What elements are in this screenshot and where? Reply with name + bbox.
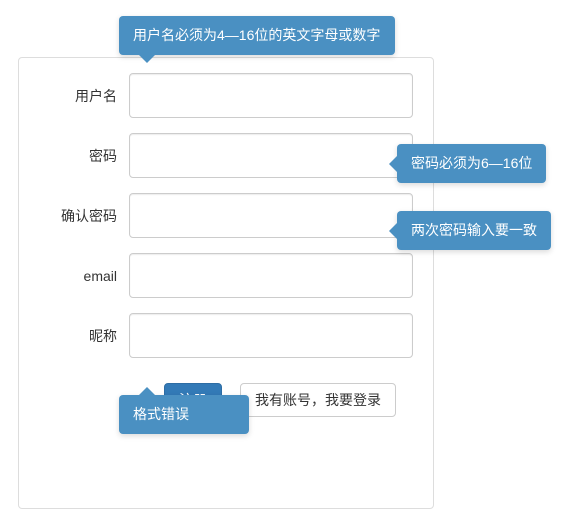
popover-arrow-icon [139, 55, 155, 63]
confirm-password-label: 确认密码 [39, 206, 129, 226]
confirm-password-input[interactable] [129, 193, 413, 238]
registration-panel: 用户名 密码 确认密码 email 昵称 注册 我有账号，我要登录 [18, 57, 434, 509]
password-input[interactable] [129, 133, 413, 178]
confirm-hint-text: 两次密码输入要一致 [411, 222, 537, 238]
username-hint-text: 用户名必须为4—16位的英文字母或数字 [133, 27, 380, 43]
nickname-error-text: 格式错误 [133, 406, 189, 422]
email-label: email [39, 268, 129, 284]
nickname-error-popover: 格式错误 [119, 395, 249, 434]
email-input[interactable] [129, 253, 413, 298]
username-row: 用户名 [39, 73, 413, 118]
password-row: 密码 [39, 133, 413, 178]
popover-arrow-icon [139, 387, 155, 395]
username-label: 用户名 [39, 86, 129, 106]
popover-arrow-icon [389, 156, 397, 172]
popover-arrow-icon [389, 223, 397, 239]
username-hint-popover: 用户名必须为4—16位的英文字母或数字 [119, 16, 395, 55]
password-label: 密码 [39, 146, 129, 166]
nickname-row: 昵称 [39, 313, 413, 358]
nickname-label: 昵称 [39, 326, 129, 346]
password-hint-text: 密码必须为6—16位 [411, 155, 532, 171]
login-link-button[interactable]: 我有账号，我要登录 [240, 383, 396, 417]
username-input[interactable] [129, 73, 413, 118]
password-hint-popover: 密码必须为6—16位 [397, 144, 546, 183]
nickname-input[interactable] [129, 313, 413, 358]
confirm-hint-popover: 两次密码输入要一致 [397, 211, 551, 250]
confirm-password-row: 确认密码 [39, 193, 413, 238]
email-row: email [39, 253, 413, 298]
